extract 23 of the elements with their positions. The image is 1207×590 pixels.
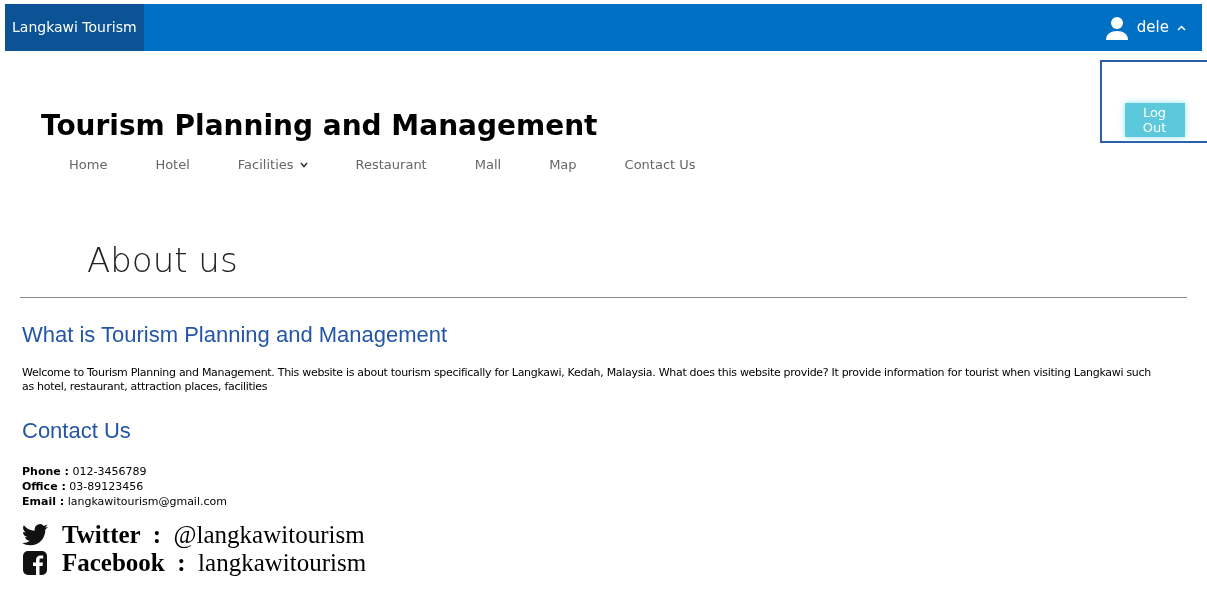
facebook-icon (22, 550, 48, 575)
bird-icon (22, 523, 48, 546)
section-paragraph: Welcome to Tourism Planning and Management. This website is about tourism specifically for Langkawi, Kedah, Malaysia. What does this website provide? It provide information for tourist when visiting Langkawi such as hotel, restaurant, attraction places, facilities (22, 365, 1152, 394)
contact-line: Phone : 012-3456789 (22, 463, 148, 479)
nav-link[interactable]: Mall (450, 155, 526, 175)
nav-link[interactable]: Facilities (213, 155, 332, 175)
nav-link[interactable]: Restaurant (331, 155, 451, 175)
brand-link[interactable]: Langkawi Tourism (5, 4, 144, 51)
site-title: Tourism Planning and Management (41, 109, 598, 143)
user-icon (1104, 15, 1129, 40)
page-heading: About us (87, 239, 239, 280)
social-handle: Twitter : @langkawitourism (62, 520, 365, 549)
section-heading: Contact Us (22, 417, 132, 444)
nav-link[interactable]: Home (45, 155, 132, 175)
contact-line: Office : 03-89123456 (22, 478, 145, 494)
contact-line: Email : langkawitourism@gmail.com (22, 493, 228, 509)
nav-link[interactable]: Hotel (131, 155, 214, 175)
user-menu-toggle[interactable]: dele (1104, 15, 1202, 40)
social-handle: Facebook : langkawitourism (62, 548, 367, 577)
nav-link[interactable]: Contact Us (600, 155, 720, 175)
caret-icon (1177, 24, 1186, 31)
section-heading: What is Tourism Planning and Management (22, 321, 449, 348)
nav-link[interactable]: Map (525, 155, 601, 175)
